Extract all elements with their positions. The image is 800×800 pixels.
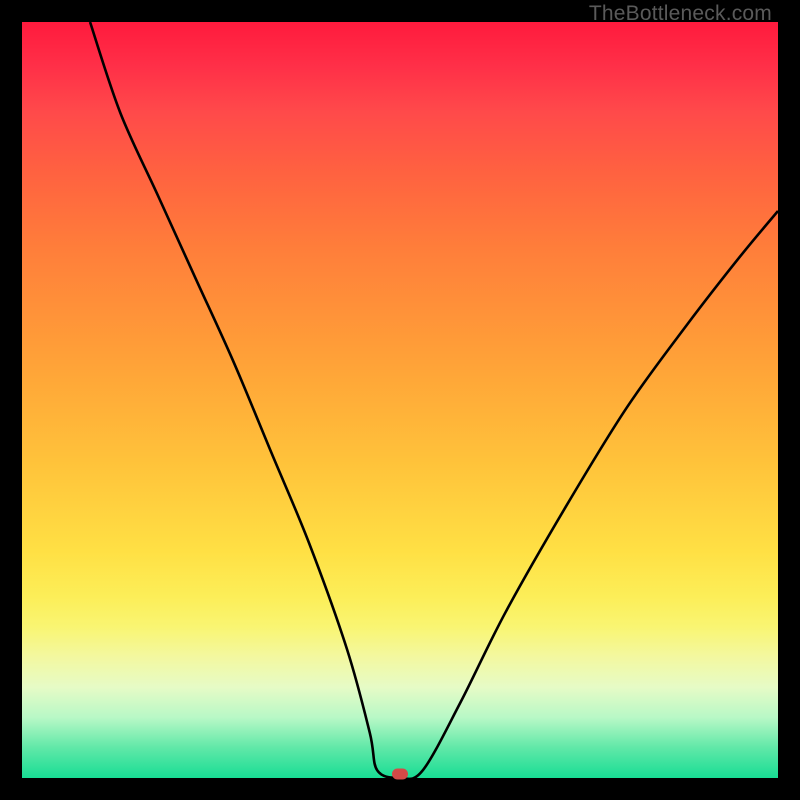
watermark-text: TheBottleneck.com xyxy=(589,2,772,26)
bottleneck-curve xyxy=(22,22,778,778)
minimum-marker xyxy=(392,769,408,780)
chart-container xyxy=(22,22,778,778)
